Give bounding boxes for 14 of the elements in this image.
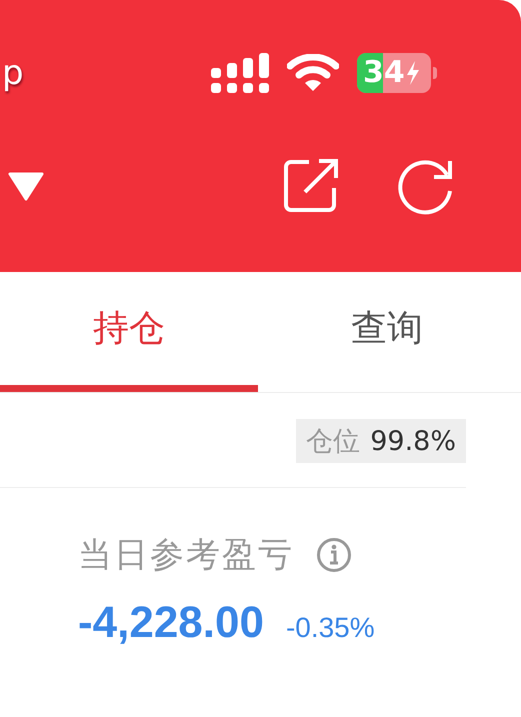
wifi-icon	[287, 54, 339, 92]
status-time: p	[2, 52, 25, 92]
charging-bolt-icon	[406, 60, 420, 84]
signal-icon	[211, 52, 269, 92]
pnl-label: 当日参考盈亏	[78, 534, 294, 577]
pnl-percent: -0.35%	[286, 612, 375, 644]
share-icon[interactable]	[283, 158, 339, 214]
pnl-amount: -4,228.00	[78, 598, 264, 648]
position-value: 99.8%	[370, 426, 456, 456]
position-label: 仓位	[306, 425, 360, 459]
dropdown-caret-icon[interactable]	[8, 171, 44, 201]
info-icon[interactable]	[316, 537, 352, 573]
tab[interactable]: 查询	[258, 272, 516, 392]
tab[interactable]: 持仓	[0, 272, 258, 392]
